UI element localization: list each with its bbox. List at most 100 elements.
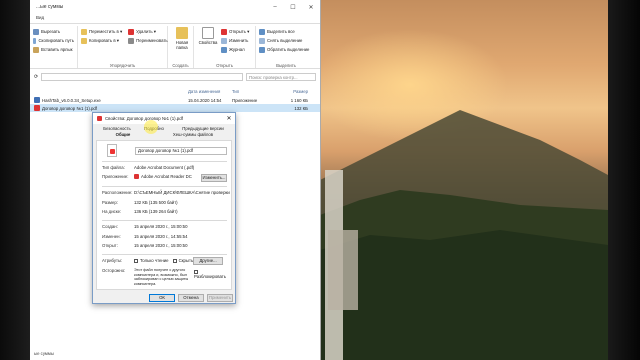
location-row: Расположение: D:\СЪЕМНЫЙ ДИСК\ФЛЕШКА\Сня… [102,190,230,195]
open-icon [221,28,227,35]
apply-button[interactable]: Применить [207,294,233,302]
cancel-button[interactable]: Отмена [178,294,204,302]
cut-button[interactable]: Вырезать [33,27,74,36]
new-folder-button[interactable]: Новая папка [171,27,193,50]
edit-button[interactable]: Изменить [221,36,249,45]
delete-button[interactable]: Удалить ▾ [128,27,168,36]
move-to-button[interactable]: Переместить в ▾ [81,27,122,36]
properties-dialog: Свойства: Договор договор №1 (1).pdf ✕ Б… [92,112,236,304]
column-date[interactable]: Дата изменения [188,89,232,94]
file-row-selected[interactable]: Договор договор №1 (1).pdf 132 КБ [30,104,320,112]
close-icon[interactable]: ✕ [223,115,235,122]
dialog-title: Свойства: Договор договор №1 (1).pdf [105,116,183,121]
application-row: Приложение: Adobe Acrobat Reader DC [102,174,192,179]
pdf-icon [97,116,102,121]
copy-path-icon [33,37,37,44]
open-group: Свойства Открыть ▾ Изменить Журнал Откры… [194,26,256,68]
ok-button[interactable]: ОК [149,294,175,302]
clipboard-group: Вырезать Скопировать путь Вставить ярлык [30,26,78,68]
tab-general[interactable]: Общие [103,132,143,137]
paste-shortcut-button[interactable]: Вставить ярлык [33,45,74,54]
divider [102,161,227,162]
delete-icon [128,28,135,35]
organize-group: Переместить в ▾ Копировать в ▾ Удалить ▾… [78,26,168,68]
address-bar[interactable] [41,72,243,81]
divider [102,186,227,187]
refresh-icon[interactable]: ⟳ [34,74,38,80]
copy-to-button[interactable]: Копировать в ▾ [81,36,122,45]
file-list-header: Дата изменения Тип Размер [30,86,320,96]
copy-path-button[interactable]: Скопировать путь [33,36,74,45]
close-icon[interactable]: ✕ [302,0,320,14]
column-type[interactable]: Тип [232,89,276,94]
file-row[interactable]: HashTab_v6.0.0.34_Setup.exe 15.04.2020 1… [30,96,320,104]
properties-button[interactable]: Свойства [197,27,219,54]
left-dark-border [0,0,30,360]
history-icon [221,46,227,53]
right-dark-border [608,0,640,360]
divider [102,220,227,221]
readonly-checkbox[interactable]: Только чтение [134,258,169,263]
select-group: Выделить все Снять выделение Обратить вы… [256,26,316,68]
open-group-label: Открыть [216,63,233,68]
dialog-titlebar: Свойства: Договор договор №1 (1).pdf ✕ [93,113,235,124]
tab-security[interactable]: Безопасность [99,126,135,131]
tab-hash[interactable]: Хеш-суммы файлов [163,132,223,137]
unblock-checkbox[interactable]: Разблокировать [194,269,231,279]
search-input[interactable]: Поиск: проверка контр... [246,72,316,81]
scissors-icon [33,28,39,35]
dialog-tabs: Безопасность Подробно Предыдущие версии … [93,124,235,140]
select-none-icon [259,37,265,44]
folder-copy-icon [81,37,87,44]
general-tab-panel: Договор договор №1 (1).pdf Тип файла: Ad… [96,140,232,290]
invert-selection-icon [259,46,265,53]
column-size[interactable]: Размер [276,89,316,94]
attributes-row: Атрибуты: Только чтение Скрытый [102,258,197,263]
folder-move-icon [81,28,87,35]
tab-previous-versions[interactable]: Предыдущие версии [175,126,231,131]
window-controls: – ☐ ✕ [266,0,320,14]
ribbon-tabs: Вид [30,14,320,23]
explorer-titlebar: ...ые суммы – ☐ ✕ [30,0,320,14]
create-group-label: Создать [172,63,189,68]
rename-icon [128,37,135,44]
maximize-icon[interactable]: ☐ [284,0,302,14]
pdf-file-icon [107,144,117,157]
organize-group-label: Упорядочить [109,63,136,68]
filename-field[interactable]: Договор договор №1 (1).pdf [135,147,227,155]
size-row: Размер: 132 КБ (135 500 байт) [102,200,178,205]
cursor-highlight [144,120,158,134]
divider [102,254,227,255]
exe-icon [34,97,40,103]
address-bar-row: ⟳ Поиск: проверка контр... [30,71,320,82]
edit-icon [221,37,227,44]
select-all-button[interactable]: Выделить все [259,27,313,36]
status-bar: ые суммы [34,351,54,356]
invert-selection-button[interactable]: Обратить выделение [259,45,313,54]
file-list: Дата изменения Тип Размер HashTab_v6.0.0… [30,86,320,112]
paste-icon [33,46,39,53]
other-attributes-button[interactable]: Другие... [193,257,223,265]
checkbox-icon [172,258,177,263]
checkbox-icon [134,258,138,263]
created-row: Создан: 15 апреля 2020 г., 15:00:50 [102,224,188,229]
history-button[interactable]: Журнал [221,45,249,54]
change-app-button[interactable]: Изменить... [201,174,227,182]
file-type-row: Тип файла: Adobe Acrobat Document (.pdf) [102,165,195,170]
opened-row: Открыт: 15 апреля 2020 г., 15:00:50 [102,243,188,248]
acrobat-icon [134,174,139,179]
create-group: Новая папка Создать [168,26,194,68]
select-none-button[interactable]: Снять выделение [259,36,313,45]
select-group-label: Выделить [276,63,296,68]
minimize-icon[interactable]: – [266,0,284,14]
modified-row: Изменен: 15 апреля 2020 г., 14:55:54 [102,234,188,239]
properties-icon [202,27,214,39]
tab-view[interactable]: Вид [32,14,48,23]
rename-button[interactable]: Переименовать [128,36,168,45]
select-all-icon [259,28,265,35]
window-title: ...ые суммы [36,4,64,10]
ribbon: Вырезать Скопировать путь Вставить ярлык… [30,23,320,69]
disk-size-row: На диске: 136 КБ (139 264 байт) [102,209,178,214]
open-button[interactable]: Открыть ▾ [221,27,249,36]
caution-row: Осторожно: Этот файл получен с другого к… [102,268,189,286]
